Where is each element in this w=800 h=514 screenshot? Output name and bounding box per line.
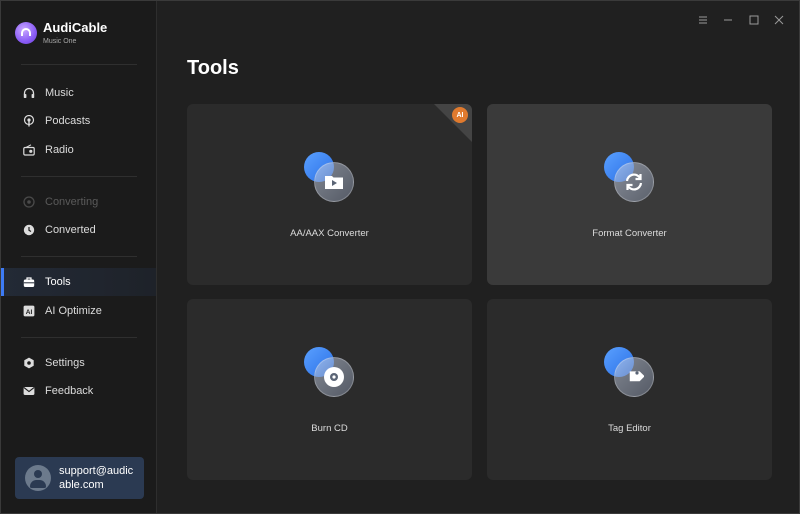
page-title: Tools	[187, 57, 239, 79]
converting-icon	[23, 196, 35, 208]
minimize-icon[interactable]	[721, 13, 735, 27]
tool-card-format-converter[interactable]: Format Converter	[487, 104, 772, 285]
tool-icon	[304, 347, 356, 399]
sidebar-item-label: Tools	[45, 276, 71, 288]
mail-icon	[23, 385, 35, 397]
tool-label: Burn CD	[311, 423, 348, 434]
gear-icon	[23, 357, 35, 369]
sidebar-item-label: Music	[45, 87, 74, 99]
sidebar-item-converted[interactable]: Converted	[1, 216, 156, 244]
tool-label: Format Converter	[592, 228, 667, 239]
avatar	[25, 465, 51, 491]
brand-subtitle: Music One	[43, 37, 77, 45]
sidebar-item-tools[interactable]: Tools	[1, 268, 156, 296]
tool-card-aa-aax-converter[interactable]: AI AA/AAX Converter	[187, 104, 472, 285]
sidebar-item-label: Feedback	[45, 385, 94, 397]
sidebar-item-label: Converting	[45, 196, 99, 208]
radio-icon	[23, 144, 35, 156]
divider	[21, 337, 137, 338]
sidebar-item-feedback[interactable]: Feedback	[1, 377, 156, 405]
ai-icon: AI	[23, 305, 35, 317]
tool-label: AA/AAX Converter	[290, 228, 369, 239]
svg-text:AI: AI	[26, 309, 33, 316]
sidebar-item-label: AI Optimize	[45, 305, 102, 317]
headphones-icon	[23, 87, 35, 99]
play-file-icon	[314, 162, 354, 202]
sidebar-item-podcasts[interactable]: Podcasts	[1, 107, 156, 135]
sidebar-item-label: Podcasts	[45, 115, 91, 127]
refresh-icon	[614, 162, 654, 202]
sidebar-item-label: Converted	[45, 224, 96, 236]
clock-icon	[23, 224, 35, 236]
sidebar-item-converting: Converting	[1, 188, 156, 216]
tool-icon	[604, 152, 656, 204]
toolbox-icon	[23, 276, 35, 288]
logo-icon	[15, 22, 37, 44]
podcast-icon	[23, 115, 35, 127]
divider	[21, 256, 137, 257]
close-icon[interactable]	[772, 13, 786, 27]
sidebar-item-label: Settings	[45, 357, 85, 369]
tool-icon	[304, 152, 356, 204]
tool-card-burn-cd[interactable]: Burn CD	[187, 299, 472, 480]
sidebar-item-radio[interactable]: Radio	[1, 136, 156, 164]
sidebar-item-label: Radio	[45, 144, 74, 156]
sidebar-item-music[interactable]: Music	[1, 79, 156, 107]
divider	[21, 64, 137, 65]
brand: AudiCable Music One	[15, 19, 107, 47]
sidebar: AudiCable Music One Music Podcasts Radio	[1, 1, 157, 513]
sidebar-item-ai-optimize[interactable]: AI AI Optimize	[1, 297, 156, 325]
divider	[21, 176, 137, 177]
ai-badge-icon: AI	[452, 107, 468, 123]
user-email: support@audicable.com	[59, 465, 134, 491]
tool-card-tag-editor[interactable]: Tag Editor	[487, 299, 772, 480]
tag-icon	[614, 357, 654, 397]
sidebar-item-settings[interactable]: Settings	[1, 349, 156, 377]
brand-name: AudiCable	[43, 19, 108, 35]
tool-label: Tag Editor	[608, 423, 651, 434]
maximize-icon[interactable]	[747, 13, 761, 27]
app-window: AudiCable Music One Music Podcasts Radio	[0, 0, 800, 514]
disc-icon	[314, 357, 354, 397]
tool-icon	[604, 347, 656, 399]
user-account-card[interactable]: support@audicable.com	[15, 457, 144, 499]
menu-icon[interactable]	[696, 13, 710, 27]
